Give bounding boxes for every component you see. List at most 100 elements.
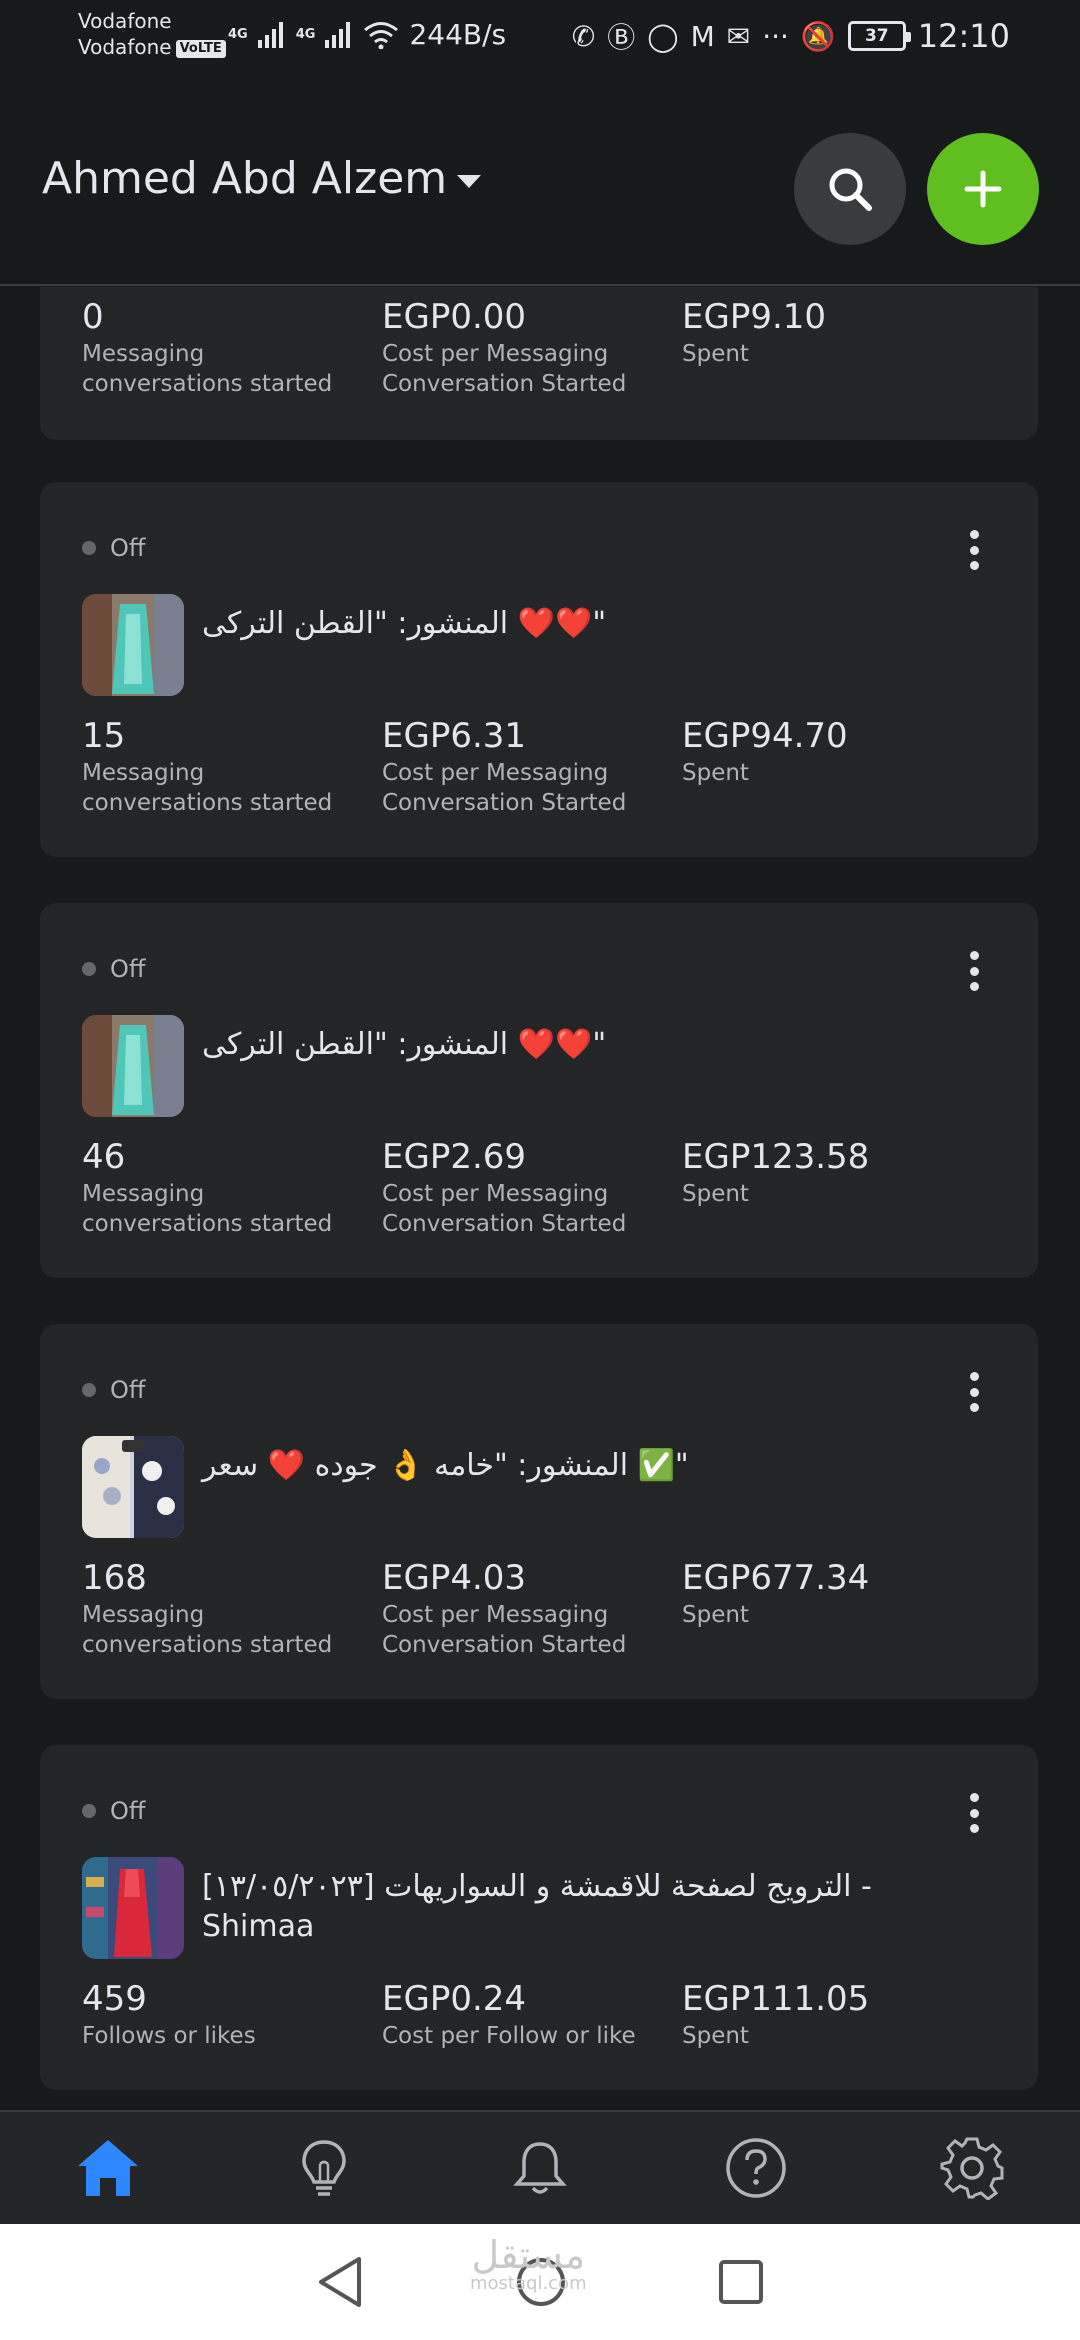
signal-icon	[257, 21, 283, 48]
status-bar: Vodafone Vodafone VoLTE 4G 4G 244B/s ✆ Ⓑ …	[0, 0, 1080, 75]
metric-label: Messaging conversations started	[82, 760, 333, 816]
more-options-button[interactable]	[962, 1789, 986, 1837]
metric-value: 0	[82, 297, 104, 337]
metric-label: Cost per Messaging Conversation Started	[382, 1181, 627, 1237]
metric-value: EGP2.69	[382, 1137, 527, 1177]
metric-value: EGP0.24	[382, 1979, 527, 2019]
metric-label: Spent	[682, 1181, 749, 1207]
metric-spent: EGP94.70 Spent	[682, 714, 982, 818]
ad-card[interactable]: 0 Messaging conversations started EGP0.0…	[40, 287, 1038, 440]
account-switcher[interactable]: Ahmed Abd Alzem	[42, 153, 482, 204]
ad-status: Off	[82, 1797, 145, 1825]
metric-cost: EGP4.03 Cost per Messaging Conversation …	[382, 1556, 682, 1660]
carrier-info: Vodafone Vodafone VoLTE	[78, 8, 226, 60]
metric-cost: EGP0.00 Cost per Messaging Conversation …	[382, 295, 682, 399]
signal-icon	[325, 21, 351, 48]
metric-cost: EGP2.69 Cost per Messaging Conversation …	[382, 1135, 682, 1239]
status-dot-icon	[82, 1804, 96, 1818]
metric-results: 459 Follows or likes	[82, 1977, 382, 2051]
carrier-2: Vodafone	[78, 35, 172, 59]
battery-icon: 37	[847, 21, 911, 51]
metric-results: 0 Messaging conversations started	[82, 295, 382, 399]
call-icon: ✆	[571, 19, 596, 53]
metric-label: Spent	[682, 760, 749, 786]
status-dot-icon	[82, 541, 96, 555]
nav-settings[interactable]	[912, 2118, 1032, 2218]
back-icon[interactable]	[315, 2255, 365, 2309]
ad-card[interactable]: Off المنشور: "القطن التركى ❤️❤️" 15 Mess…	[40, 482, 1038, 857]
metric-label: Cost per Messaging Conversation Started	[382, 1602, 627, 1658]
metric-spent: EGP9.10 Spent	[682, 295, 982, 399]
caret-down-icon	[457, 175, 482, 188]
volte-badge: VoLTE	[175, 39, 226, 58]
status-dot-icon	[82, 1383, 96, 1397]
post-title: المنشور: "القطن التركى ❤️❤️"	[202, 1027, 607, 1062]
metric-value: EGP94.70	[682, 716, 848, 756]
metric-label: Messaging conversations started	[82, 1602, 333, 1658]
wifi-icon	[364, 21, 399, 49]
ad-card[interactable]: Off المنشور: "القطن التركى ❤️❤️" 46 Mess…	[40, 903, 1038, 1278]
home-icon	[78, 2140, 138, 2196]
nav-home[interactable]	[48, 2118, 168, 2218]
lightbulb-icon	[302, 2140, 346, 2196]
ad-card[interactable]: Off [١٣/٠٥/٢٠٢٣] الترويج لصفحة للاقمشة و…	[40, 1745, 1038, 2090]
post-title: المنشور: "القطن التركى ❤️❤️"	[202, 606, 607, 641]
more-options-button[interactable]	[962, 1368, 986, 1416]
b-app-icon: Ⓑ	[607, 21, 636, 54]
metric-label: Cost per Messaging Conversation Started	[382, 760, 627, 816]
nav-insights[interactable]	[264, 2118, 384, 2218]
watermark-arabic: مستقل	[471, 2233, 586, 2277]
status-label: Off	[110, 1376, 146, 1404]
metric-label: Spent	[682, 341, 749, 367]
recents-icon[interactable]	[717, 2258, 765, 2306]
metric-value: EGP677.34	[682, 1558, 870, 1598]
more-options-button[interactable]	[962, 947, 986, 995]
metric-label: Spent	[682, 2023, 749, 2049]
status-label: Off	[110, 1797, 146, 1825]
nav-help[interactable]	[696, 2118, 816, 2218]
carrier-1: Vodafone	[78, 9, 172, 33]
metric-value: EGP6.31	[382, 716, 527, 756]
metric-label: Messaging conversations started	[82, 1181, 333, 1237]
ad-status: Off	[82, 534, 145, 562]
ad-thumbnail	[82, 1015, 184, 1117]
app-header: Ahmed Abd Alzem	[0, 75, 1080, 286]
metric-label: Cost per Follow or like	[382, 2023, 636, 2049]
mute-icon: 🔕	[800, 19, 836, 53]
ad-card[interactable]: Off المنشور: "خامه 👌 جوده ❤️ سعر ✅" 168 …	[40, 1324, 1038, 1699]
ad-thumbnail	[82, 1436, 184, 1538]
status-label: Off	[110, 534, 146, 562]
network-type-1: 4G	[228, 27, 248, 42]
gear-icon	[940, 2137, 1004, 2200]
notification-icons: ✆ Ⓑ ◯ M ✉ ··· 🔕 37 12:10	[572, 16, 1010, 56]
search-button[interactable]	[794, 133, 906, 245]
plus-icon	[964, 170, 1002, 208]
mail-icon: ✉	[726, 19, 751, 53]
status-dot-icon	[82, 962, 96, 976]
bottom-navigation	[0, 2110, 1080, 2224]
ad-status: Off	[82, 955, 145, 983]
account-name: Ahmed Abd Alzem	[42, 153, 448, 204]
metric-cost: EGP6.31 Cost per Messaging Conversation …	[382, 714, 682, 818]
nav-notifications[interactable]	[480, 2118, 600, 2218]
metric-value: 459	[82, 1979, 147, 2019]
search-icon	[829, 168, 872, 211]
more-notifications-icon: ···	[762, 19, 789, 53]
network-indicators: 4G 4G 244B/s	[228, 18, 506, 51]
ad-metrics: 15 Messaging conversations started EGP6.…	[82, 714, 982, 818]
metric-results: 168 Messaging conversations started	[82, 1556, 382, 1660]
network-type-2: 4G	[295, 27, 316, 42]
ad-metrics: 0 Messaging conversations started EGP0.0…	[82, 295, 982, 399]
metric-value: 168	[82, 1558, 147, 1598]
ad-metrics: 168 Messaging conversations started EGP4…	[82, 1556, 982, 1660]
ad-thumbnail	[82, 594, 184, 696]
metric-spent: EGP123.58 Spent	[682, 1135, 982, 1239]
metric-value: 15	[82, 716, 126, 756]
ads-list: 0 Messaging conversations started EGP0.0…	[0, 287, 1080, 2110]
more-options-button[interactable]	[962, 526, 986, 574]
clock: 12:10	[917, 17, 1010, 55]
metric-label: Spent	[682, 1602, 749, 1628]
create-ad-button[interactable]	[927, 133, 1039, 245]
metric-results: 15 Messaging conversations started	[82, 714, 382, 818]
metric-spent: EGP677.34 Spent	[682, 1556, 982, 1660]
